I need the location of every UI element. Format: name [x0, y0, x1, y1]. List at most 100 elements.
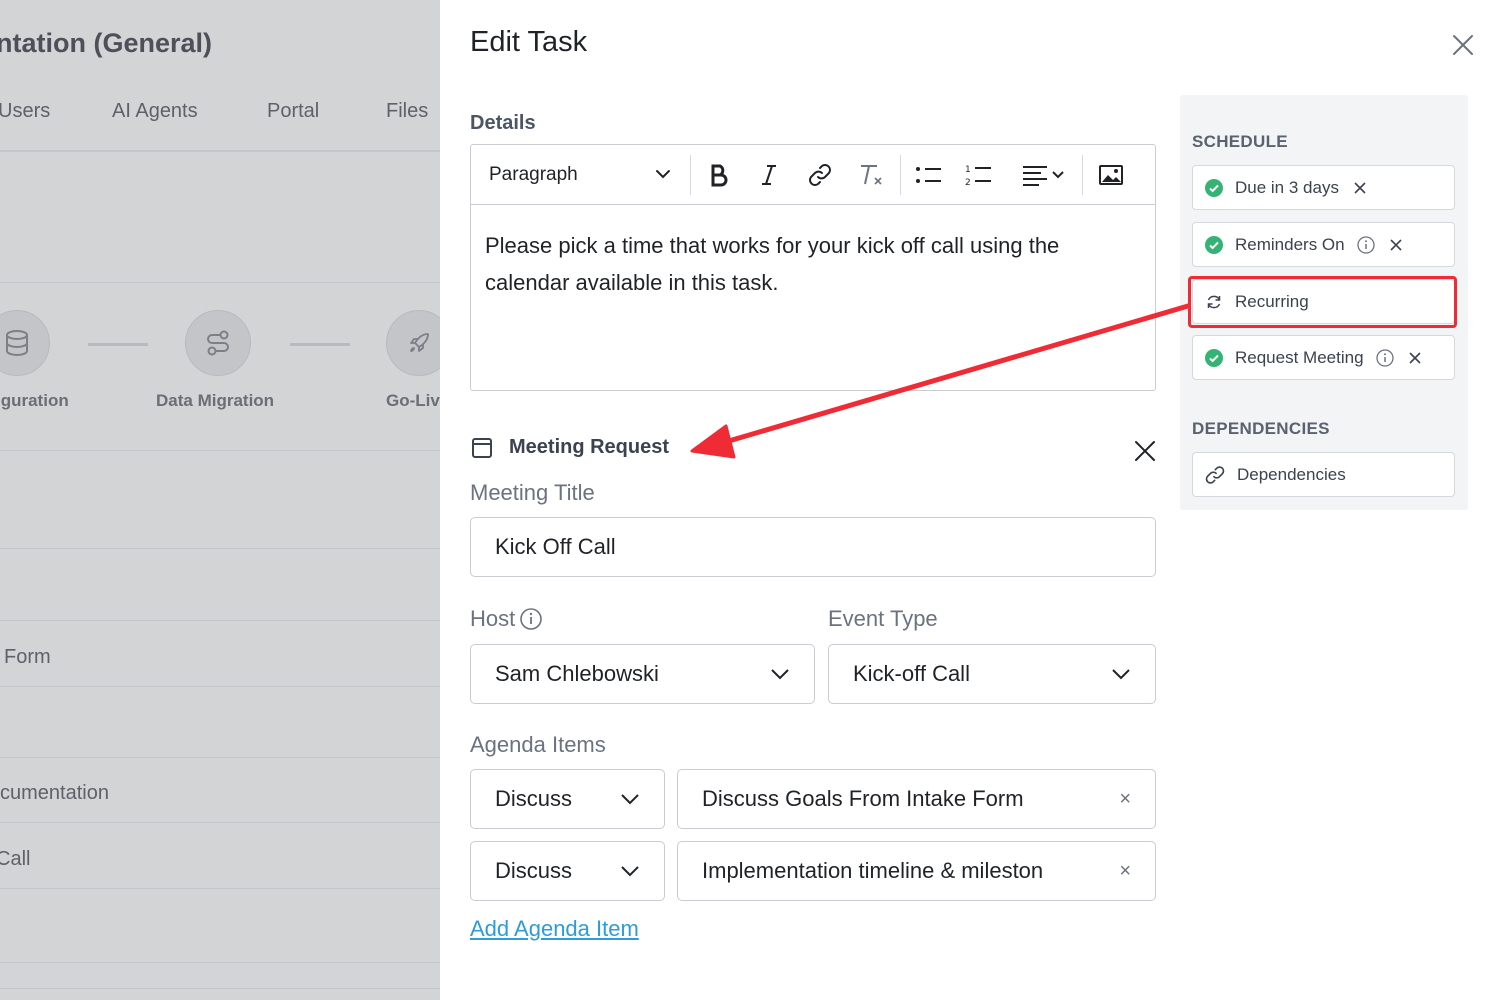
agenda-item-input[interactable]: Implementation timeline & miles­ton ×	[677, 841, 1156, 901]
step-label: Data Migration	[156, 391, 275, 410]
step-label: Go-Liv	[386, 391, 440, 410]
svg-text:2: 2	[965, 178, 971, 188]
host-value: Sam Chlebowski	[495, 661, 659, 686]
agenda-item-value: Discuss Goals From Intake Form	[702, 786, 1024, 811]
background-row: Form	[4, 646, 51, 668]
agenda-type-value: Discuss	[495, 786, 573, 811]
dependencies-heading: DEPENDENCIES	[1192, 419, 1330, 438]
link-icon	[809, 164, 831, 186]
divider	[0, 450, 440, 451]
recurring-label: Recurring	[1235, 291, 1309, 311]
background-page: ntation (General) Users AI Agents Portal…	[0, 0, 440, 1000]
add-agenda-item-link[interactable]: Add Agenda Item	[470, 916, 639, 942]
chevron-down-icon	[1112, 669, 1130, 680]
chevron-down-icon	[621, 866, 639, 877]
agenda-item-input[interactable]: Discuss Goals From Intake Form ×	[677, 769, 1156, 829]
database-icon	[0, 310, 50, 376]
chevron-down-icon	[1052, 171, 1064, 179]
insert-image-button[interactable]	[1094, 159, 1128, 191]
details-editor: Paragraph 12 Please pick a time that wor…	[470, 144, 1156, 391]
task-options-sidebar: SCHEDULE Due in 3 days Reminders On Recu…	[1180, 95, 1468, 510]
info-icon[interactable]	[1356, 235, 1375, 254]
divider	[0, 686, 440, 687]
event-type-select[interactable]: Kick-off Call	[828, 644, 1156, 704]
bullet-list-button[interactable]	[912, 159, 946, 191]
request-meeting-chip[interactable]: Request Meeting	[1192, 335, 1455, 380]
remove-icon[interactable]	[1408, 351, 1422, 365]
step-label: iguration	[0, 391, 69, 410]
divider	[0, 282, 440, 283]
italic-icon	[762, 165, 776, 185]
remove-icon[interactable]	[1389, 238, 1403, 252]
meeting-title-label: Meeting Title	[470, 480, 595, 505]
remove-meeting-request-icon[interactable]	[1134, 440, 1156, 462]
due-date-chip[interactable]: Due in 3 days	[1192, 165, 1455, 210]
background-tab-ai-agents: AI Agents	[112, 100, 198, 122]
remove-icon[interactable]	[1353, 181, 1367, 195]
agenda-type-select[interactable]: Discuss	[470, 769, 665, 829]
route-icon	[185, 310, 251, 376]
paragraph-style-select[interactable]: Paragraph	[489, 159, 673, 191]
numbered-list-button[interactable]: 12	[962, 159, 996, 191]
remove-agenda-item-icon[interactable]: ×	[1119, 788, 1131, 811]
agenda-type-value: Discuss	[495, 858, 573, 883]
divider	[0, 888, 440, 889]
chevron-down-icon	[656, 170, 670, 179]
meeting-title-input[interactable]: Kick Off Call	[470, 517, 1156, 577]
host-label: Host	[470, 606, 543, 632]
chevron-down-icon	[621, 794, 639, 805]
divider	[0, 822, 440, 823]
toolbar-separator	[900, 155, 901, 195]
bullet-list-icon	[916, 167, 941, 183]
calendar-window-icon	[472, 438, 492, 458]
dependencies-label: Dependencies	[1237, 464, 1346, 484]
align-left-icon	[1023, 166, 1047, 186]
host-select[interactable]: Sam Chlebowski	[470, 644, 815, 704]
details-label: Details	[470, 112, 536, 134]
reminders-chip[interactable]: Reminders On	[1192, 222, 1455, 267]
due-date-label: Due in 3 days	[1235, 177, 1339, 197]
divider	[0, 757, 440, 758]
info-icon[interactable]	[1375, 348, 1394, 367]
clear-format-button[interactable]	[854, 159, 888, 191]
step-connector	[88, 343, 148, 346]
info-icon[interactable]	[519, 607, 543, 631]
link-button[interactable]	[804, 159, 836, 191]
background-tab-files: Files	[386, 100, 429, 122]
host-label-text: Host	[470, 606, 516, 631]
dependencies-chip[interactable]: Dependencies	[1192, 452, 1455, 497]
event-type-label: Event Type	[828, 606, 938, 631]
check-circle-icon	[1205, 235, 1223, 254]
remove-agenda-item-icon[interactable]: ×	[1119, 860, 1131, 883]
agenda-type-select[interactable]: Discuss	[470, 841, 665, 901]
request-meeting-label: Request Meeting	[1235, 347, 1364, 367]
toolbar-separator	[690, 155, 691, 195]
background-tab-users: Users	[0, 100, 51, 122]
close-modal-button[interactable]	[1450, 32, 1476, 58]
toolbar-separator	[1082, 155, 1083, 195]
refresh-icon	[1207, 295, 1221, 308]
editor-content[interactable]: Please pick a time that works for your k…	[471, 205, 1155, 323]
meeting-title-value: Kick Off Call	[495, 534, 616, 559]
clear-format-icon	[861, 165, 882, 185]
background-row: cumentation	[0, 782, 109, 804]
divider	[0, 548, 440, 549]
italic-button[interactable]	[753, 159, 785, 191]
reminders-label: Reminders On	[1235, 234, 1345, 254]
edit-task-modal: Edit Task Details Paragraph 1 2 Please p…	[440, 0, 1500, 1000]
bold-icon	[711, 164, 728, 187]
bold-button[interactable]	[703, 159, 735, 191]
agenda-items-label: Agenda Items	[470, 732, 606, 757]
image-icon	[1099, 165, 1123, 185]
divider	[0, 962, 440, 963]
editor-toolbar: Paragraph 12	[471, 145, 1155, 205]
background-page-title: ntation (General)	[0, 28, 213, 58]
link-icon	[1205, 465, 1225, 484]
modal-title: Edit Task	[470, 26, 588, 58]
meeting-request-title: Meeting Request	[509, 436, 670, 458]
recurring-chip[interactable]: Recurring	[1192, 279, 1455, 324]
check-circle-icon	[1205, 178, 1223, 197]
align-button[interactable]	[1014, 159, 1072, 191]
rocket-icon	[386, 310, 440, 376]
meeting-request-header: Meeting Request	[470, 434, 1156, 464]
